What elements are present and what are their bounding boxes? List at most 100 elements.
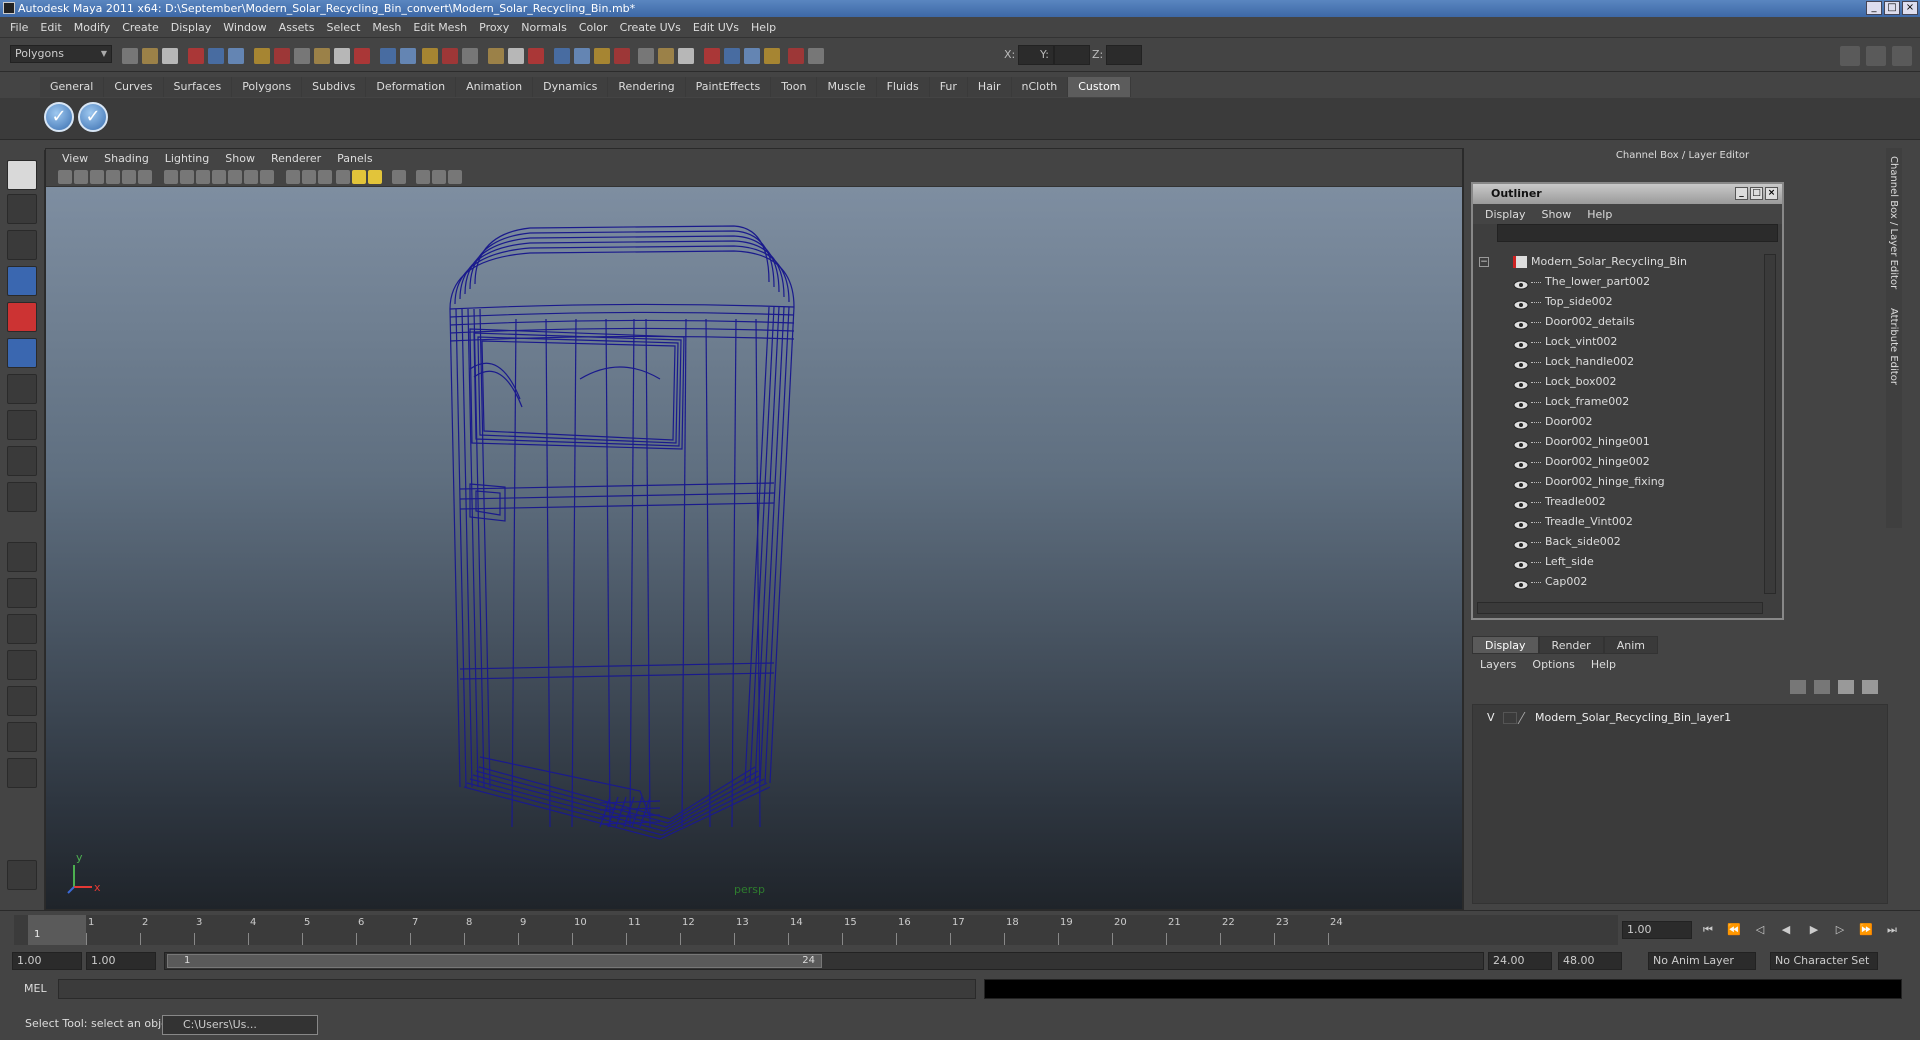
menu-file[interactable]: File <box>4 21 34 34</box>
outliner-menu-display[interactable]: Display <box>1477 208 1534 221</box>
viewport-menu-shading[interactable]: Shading <box>96 152 157 165</box>
menu-select[interactable]: Select <box>320 21 366 34</box>
four-pane-layout-icon[interactable] <box>7 578 37 608</box>
single-pane-layout-icon[interactable] <box>7 542 37 572</box>
viewport-menu-show[interactable]: Show <box>217 152 263 165</box>
viewport-menu-lighting[interactable]: Lighting <box>157 152 217 165</box>
menu-color[interactable]: Color <box>573 21 614 34</box>
outliner-item[interactable]: Door002_hinge002 <box>1473 452 1763 472</box>
step-back-frame-icon[interactable]: ◁ <box>1752 923 1768 937</box>
taskbar-window-item[interactable]: C:\Users\Us... <box>162 1015 318 1035</box>
shelf-tab-toon[interactable]: Toon <box>771 77 818 97</box>
status-new-scene-icon[interactable] <box>122 48 138 64</box>
select-tool-icon[interactable] <box>7 160 37 190</box>
menu-display[interactable]: Display <box>165 21 218 34</box>
viewport-xray-icon[interactable] <box>416 170 430 184</box>
collapse-icon[interactable]: − <box>1479 257 1489 267</box>
viewport-textured-icon[interactable] <box>336 170 350 184</box>
status-open-scene-icon[interactable] <box>142 48 158 64</box>
anim-layer-dropdown[interactable]: No Anim Layer <box>1648 952 1756 970</box>
status-render-settings-icon[interactable] <box>488 48 504 64</box>
viewport-gate-mask-icon[interactable] <box>212 170 226 184</box>
step-back-key-icon[interactable]: ⏪ <box>1726 923 1742 937</box>
z-input[interactable] <box>1106 45 1142 65</box>
layer-visibility-toggle[interactable]: V <box>1487 709 1495 727</box>
viewport-field-chart-icon[interactable] <box>228 170 242 184</box>
viewport-safe-action-icon[interactable] <box>244 170 258 184</box>
shelf-tab-painteffects[interactable]: PaintEffects <box>685 77 772 97</box>
status-open-scene-icon[interactable] <box>614 48 630 64</box>
menu-window[interactable]: Window <box>217 21 272 34</box>
status-snap-point-icon[interactable] <box>334 48 350 64</box>
side-tab-channel-box[interactable]: Channel Box / Layer Editor <box>1888 156 1899 289</box>
outliner-item[interactable]: Lock_frame002 <box>1473 392 1763 412</box>
status-snap-view-plane-icon[interactable] <box>354 48 370 64</box>
viewport-grease-pencil-icon[interactable] <box>138 170 152 184</box>
range-handle[interactable]: 1 24 <box>167 954 822 968</box>
outliner-item[interactable]: Door002_hinge001 <box>1473 432 1763 452</box>
outliner-item[interactable]: Door002_hinge_fixing <box>1473 472 1763 492</box>
layer-menu-layers[interactable]: Layers <box>1472 656 1524 674</box>
rotate-tool-icon[interactable] <box>7 302 37 332</box>
status-snap-grid-icon[interactable] <box>764 48 780 64</box>
status-snap-curve-icon[interactable] <box>788 48 804 64</box>
outliner-item[interactable]: Treadle_Vint002 <box>1473 512 1763 532</box>
move-tool-icon[interactable] <box>7 266 37 296</box>
last-tool-icon[interactable] <box>7 482 37 512</box>
custom-shelf-check-icon[interactable]: ✓ <box>44 102 74 132</box>
status-snap-curve-icon[interactable] <box>314 48 330 64</box>
status-new-scene-icon[interactable] <box>594 48 610 64</box>
viewport-camera-attributes-icon[interactable] <box>74 170 88 184</box>
status-construction-history-icon[interactable] <box>422 48 438 64</box>
shelf-tab-rendering[interactable]: Rendering <box>608 77 686 97</box>
shelf-tab-fur[interactable]: Fur <box>929 77 968 97</box>
soft-mod-icon[interactable] <box>7 410 37 440</box>
status-select-object-icon[interactable] <box>678 48 694 64</box>
outliner-filter-input[interactable] <box>1497 224 1778 242</box>
outliner-minimize-button[interactable]: _ <box>1735 187 1748 200</box>
layer-tab-anim[interactable]: Anim <box>1603 636 1658 654</box>
step-forward-key-icon[interactable]: ⏩ <box>1858 923 1874 937</box>
viewport-menu-panels[interactable]: Panels <box>329 152 380 165</box>
outliner-item[interactable]: Door002_details <box>1473 312 1763 332</box>
recycling-bin-wireframe[interactable] <box>46 187 1464 909</box>
viewport-grid-icon[interactable] <box>164 170 178 184</box>
viewport-smooth-shade-icon[interactable] <box>302 170 316 184</box>
play-forwards-icon[interactable]: ▶ <box>1806 923 1822 937</box>
status-save-scene-icon[interactable] <box>162 48 178 64</box>
outliner-item[interactable]: Top_side002 <box>1473 292 1763 312</box>
hypershade-layout-icon[interactable] <box>7 686 37 716</box>
shelf-tab-animation[interactable]: Animation <box>456 77 534 97</box>
shelf-tab-custom[interactable]: Custom <box>1068 77 1132 97</box>
status-lock-selection-icon[interactable] <box>254 48 270 64</box>
character-set-dropdown[interactable]: No Character Set <box>1770 952 1878 970</box>
y-input[interactable] <box>1054 45 1090 65</box>
outliner-menu-help[interactable]: Help <box>1579 208 1620 221</box>
status-select-hierarchy-icon[interactable] <box>188 48 204 64</box>
new-layer-selected-icon[interactable] <box>1814 680 1830 694</box>
outliner-item[interactable]: Door002 <box>1473 412 1763 432</box>
menu-modify[interactable]: Modify <box>68 21 116 34</box>
universal-manip-icon[interactable] <box>7 374 37 404</box>
layer-type-toggle[interactable] <box>1503 712 1517 724</box>
viewport-xray-joints-icon[interactable] <box>432 170 446 184</box>
menu-create[interactable]: Create <box>116 21 165 34</box>
playback-end-input[interactable]: 24.00 <box>1488 952 1552 970</box>
status-select-component-icon[interactable] <box>704 48 720 64</box>
playback-start-input[interactable]: 1.00 <box>86 952 156 970</box>
side-tab-attribute-editor[interactable]: Attribute Editor <box>1888 308 1899 385</box>
status-ipr-render-icon[interactable] <box>462 48 478 64</box>
layer-menu-help[interactable]: Help <box>1583 656 1624 674</box>
range-bar[interactable]: 1 24 <box>164 952 1484 970</box>
status-history-icon[interactable] <box>400 48 416 64</box>
layer-tab-display[interactable]: Display <box>1472 636 1539 654</box>
status-render-current-icon[interactable] <box>442 48 458 64</box>
menu-help[interactable]: Help <box>745 21 782 34</box>
animation-end-input[interactable]: 48.00 <box>1558 952 1622 970</box>
lasso-tool-icon[interactable] <box>7 194 37 224</box>
render-view-layout-icon[interactable] <box>7 722 37 752</box>
status-highlight-selection-icon[interactable] <box>274 48 290 64</box>
perspective-viewport[interactable]: View Shading Lighting Show Renderer Panels y … <box>45 148 1463 910</box>
close-button[interactable]: × <box>1902 1 1918 15</box>
viewport-isolate-select-icon[interactable] <box>392 170 406 184</box>
